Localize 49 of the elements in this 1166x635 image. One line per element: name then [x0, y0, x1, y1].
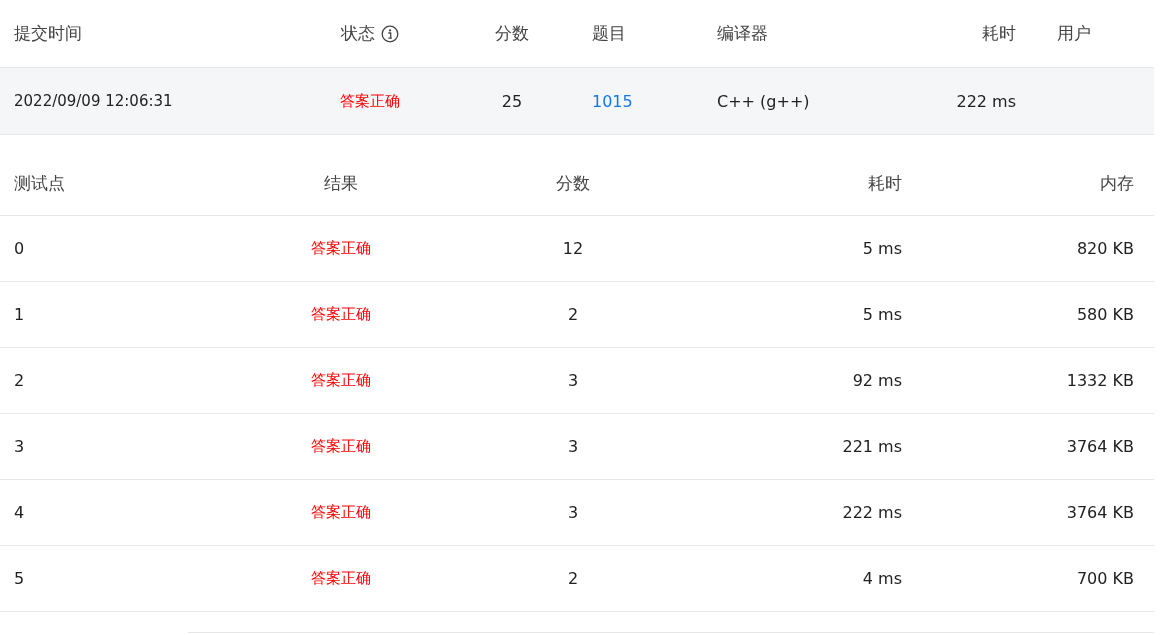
memory-cell: 700 KB: [1076, 569, 1134, 588]
column-header: 分数: [495, 22, 529, 45]
score-cell: 2: [567, 305, 579, 324]
column-header: 分数: [556, 171, 590, 195]
duration-cell: 92 ms: [852, 371, 902, 390]
column-header: 内存: [1100, 171, 1134, 195]
result-text: 答案正确: [311, 305, 371, 324]
problem-link[interactable]: 1015: [584, 91, 709, 111]
column-header: 用户: [1056, 22, 1092, 45]
duration-cell: 221 ms: [842, 437, 902, 456]
column-header: 状态: [341, 22, 375, 45]
case-cell-text: 0: [14, 239, 26, 258]
case-cell-text: 4: [14, 503, 26, 522]
score-cell: 3: [567, 371, 579, 390]
column-header: 提交时间: [14, 22, 83, 45]
result-text: 答案正确: [311, 239, 371, 258]
duration-cell: 222 ms: [842, 503, 902, 522]
score-cell: 12: [562, 239, 584, 258]
case-cell-text: 3: [14, 437, 26, 456]
result-text: 答案正确: [311, 503, 371, 522]
column-header: 耗时: [982, 22, 1016, 45]
result-text: 答案正确: [311, 371, 371, 390]
column-header: 耗时: [868, 171, 902, 195]
score-cell: 3: [567, 503, 579, 522]
duration-cell: 222 ms: [956, 91, 1016, 111]
case-cell-text: 2: [14, 371, 26, 390]
score-cell: 2: [567, 569, 579, 588]
result-text: 答案正确: [311, 437, 371, 456]
column-header: 测试点: [14, 171, 66, 195]
info-icon[interactable]: [381, 24, 399, 43]
duration-cell: 4 ms: [862, 569, 902, 588]
memory-cell: 580 KB: [1076, 305, 1134, 324]
column-header: 编译器: [716, 22, 769, 45]
memory-cell: 1332 KB: [1066, 371, 1134, 390]
case-cell-text: 1: [14, 305, 26, 324]
memory-cell: 3764 KB: [1066, 437, 1134, 456]
submit-time: 2022/09/09 12:06:31: [14, 92, 174, 110]
status-text: 答案正确: [340, 91, 400, 111]
compiler-cell-text: C++ (g++): [716, 91, 811, 111]
case-cell-text: 5: [14, 569, 26, 588]
duration-cell: 5 ms: [862, 239, 902, 258]
result-text: 答案正确: [311, 569, 371, 588]
score-cell: 25: [501, 91, 523, 111]
memory-cell: 820 KB: [1076, 239, 1134, 258]
memory-cell: 3764 KB: [1066, 503, 1134, 522]
duration-cell: 5 ms: [862, 305, 902, 324]
score-cell: 3: [567, 437, 579, 456]
column-header: 结果: [324, 171, 358, 195]
column-header: 题目: [591, 22, 627, 45]
